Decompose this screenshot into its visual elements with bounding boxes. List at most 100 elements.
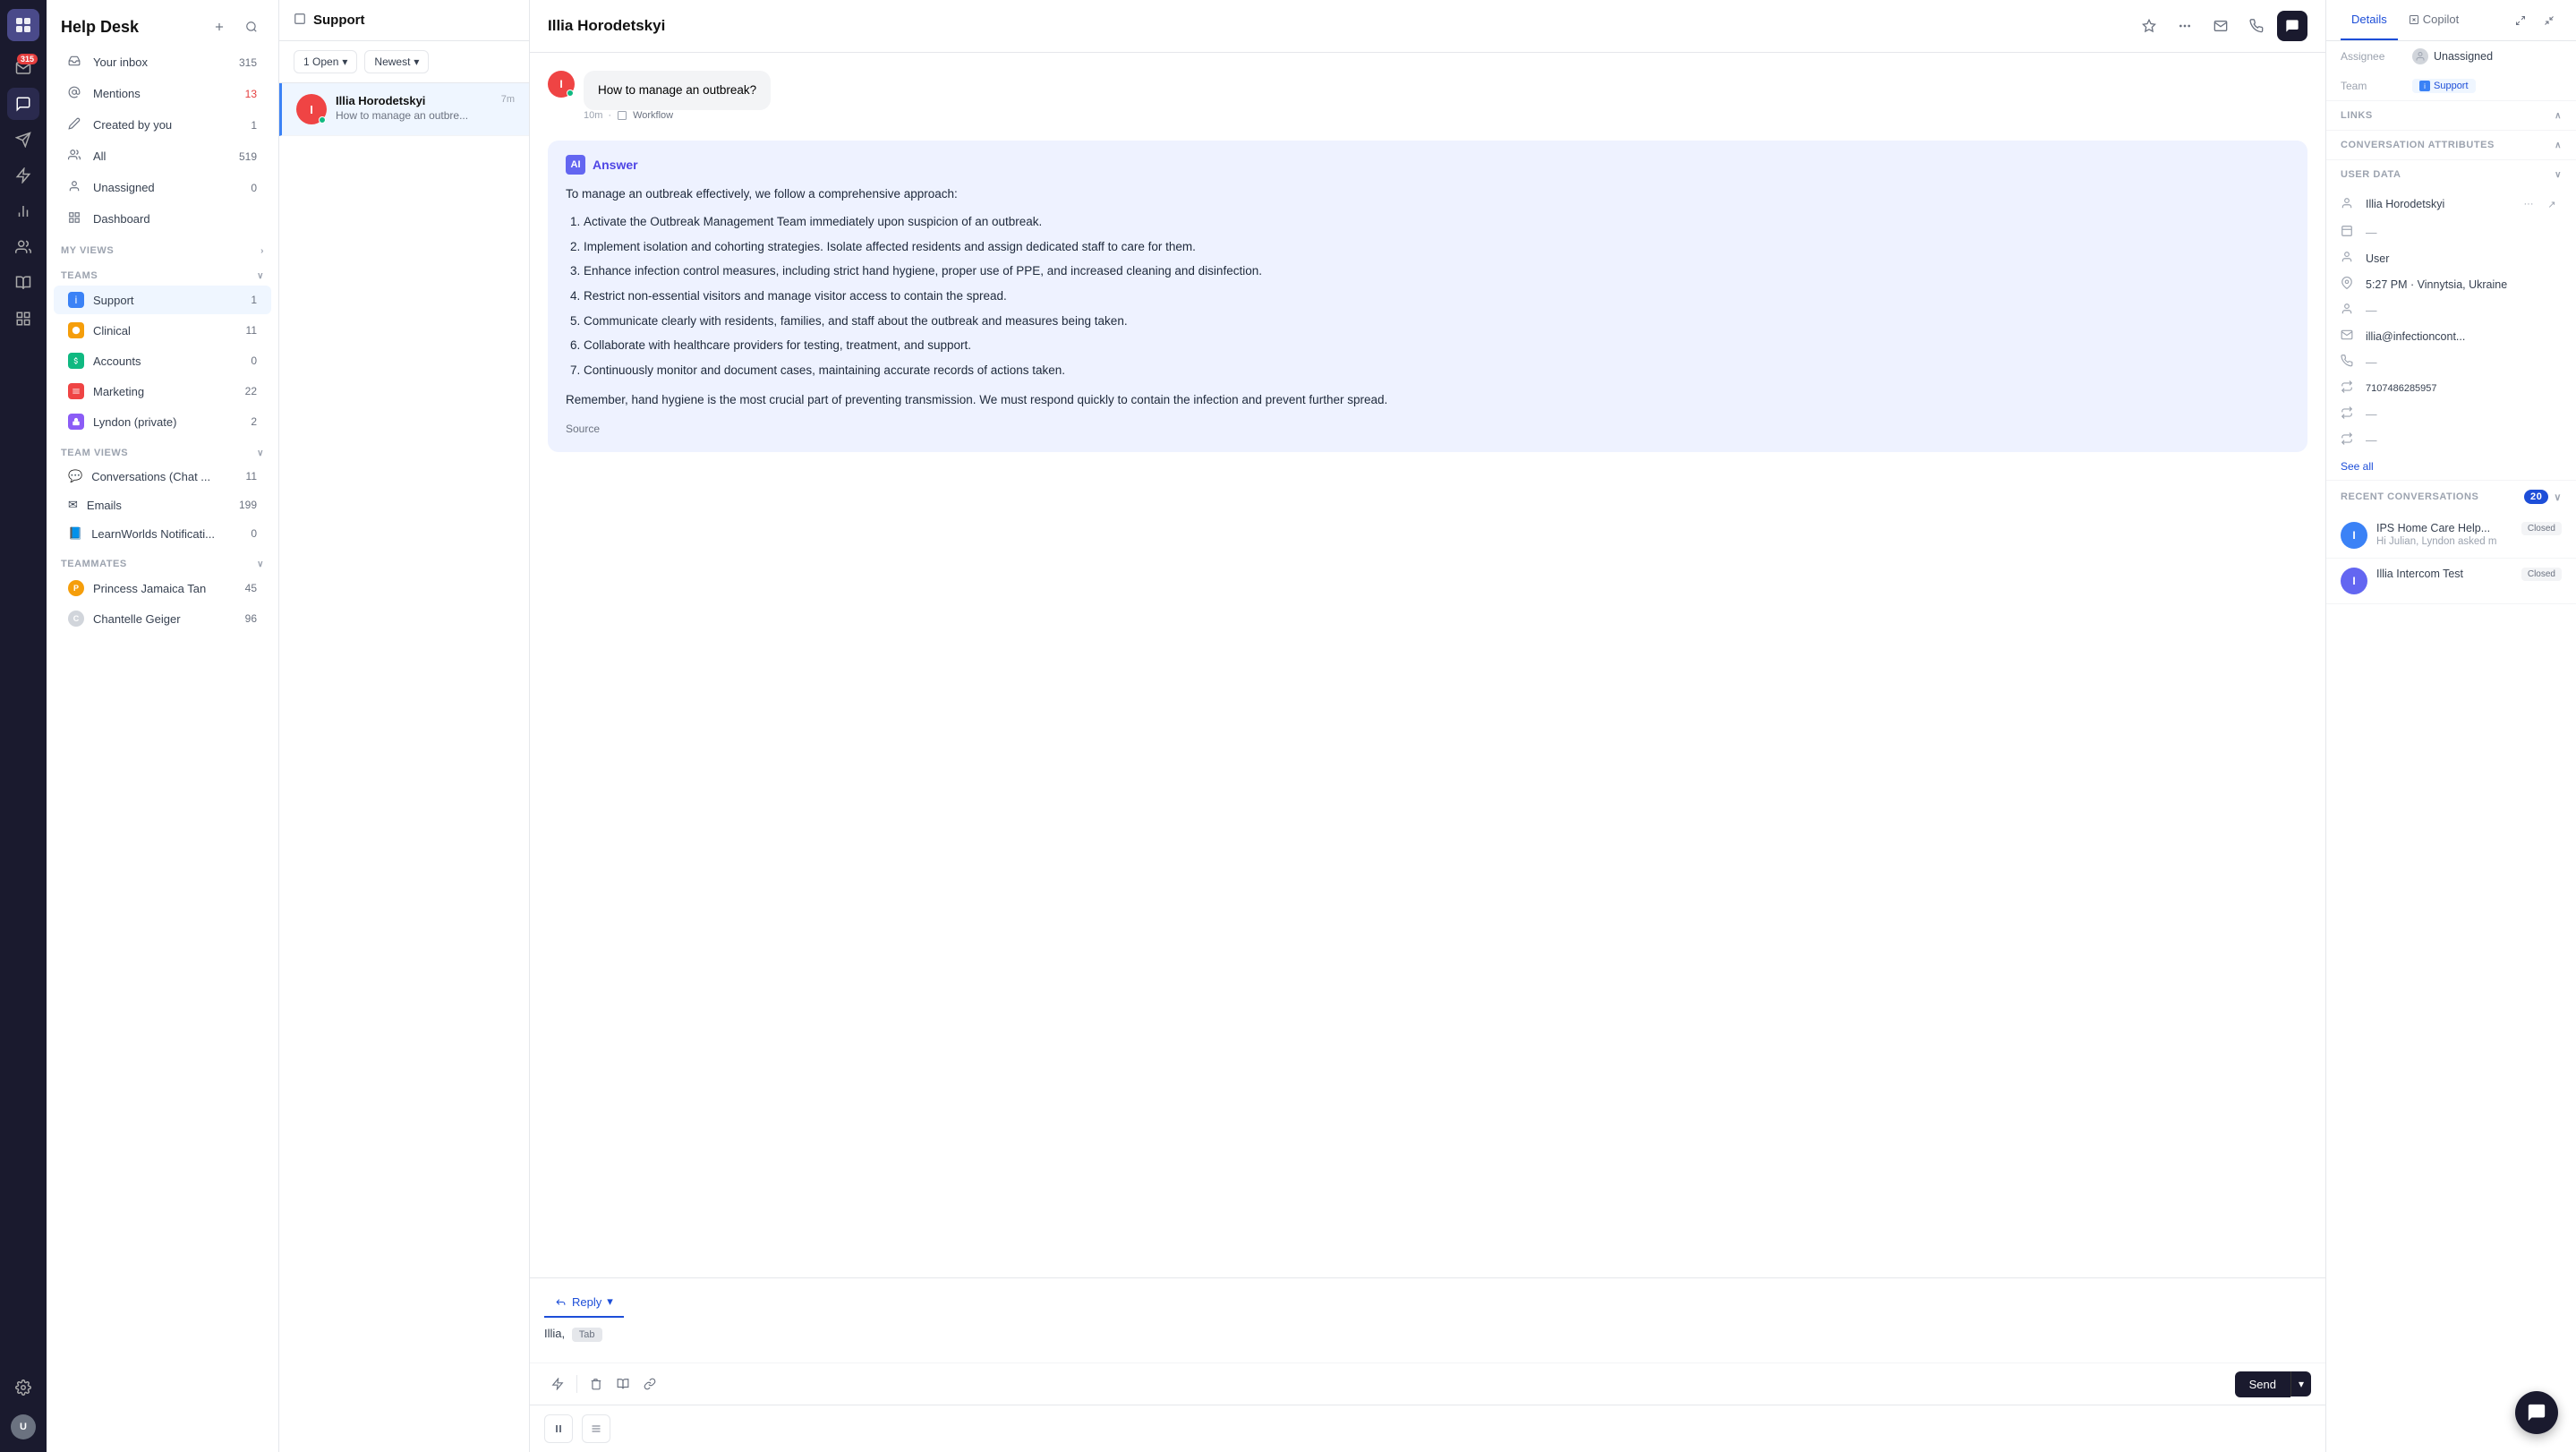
- app-logo[interactable]: [7, 9, 39, 41]
- compose-icon[interactable]: [207, 14, 232, 39]
- teammates-chevron[interactable]: ∨: [257, 559, 264, 569]
- user-email-row: illia@infectioncont...: [2326, 323, 2576, 349]
- my-views-chevron[interactable]: ›: [260, 246, 264, 256]
- mentions-nav-icon: [68, 86, 84, 101]
- article-tool-btn[interactable]: [610, 1371, 636, 1397]
- expand-icon[interactable]: [2508, 8, 2533, 33]
- user-teammate: —: [2366, 408, 2562, 421]
- nav-chat-icon[interactable]: [7, 88, 39, 120]
- nav-apps-icon[interactable]: [7, 303, 39, 335]
- sidebar-item-created[interactable]: Created by you 1: [54, 110, 271, 140]
- active-channel-button[interactable]: [2277, 11, 2307, 41]
- team-item-accounts[interactable]: Accounts 0: [54, 346, 271, 375]
- team-count-lyndon: 2: [251, 415, 257, 428]
- teammate-chantelle-count: 96: [245, 612, 257, 625]
- reply-input-area[interactable]: Illia, Tab: [530, 1318, 2325, 1362]
- reply-tab[interactable]: Reply ▾: [544, 1287, 624, 1318]
- team-item-support[interactable]: i Support 1: [54, 286, 271, 314]
- recent-conv-chevron[interactable]: ∨: [2554, 491, 2562, 503]
- team-views-chevron[interactable]: ∨: [257, 448, 264, 458]
- team-item-clinical[interactable]: Clinical 11: [54, 316, 271, 345]
- more-options-button[interactable]: [2170, 11, 2200, 41]
- nav-bolt-icon[interactable]: [7, 159, 39, 192]
- tab-copilot[interactable]: Copilot: [2398, 0, 2469, 40]
- team-view-conversations[interactable]: 💬 Conversations (Chat ... 11: [54, 463, 271, 490]
- user-avatar-icon[interactable]: U: [7, 1411, 39, 1443]
- ai-step-5: Communicate clearly with residents, fami…: [584, 312, 2290, 331]
- star-button[interactable]: [2134, 11, 2164, 41]
- conv-item-illia[interactable]: I Illia Horodetskyi How to manage an out…: [279, 83, 529, 136]
- phone-button[interactable]: [2241, 11, 2272, 41]
- filter-open-btn[interactable]: 1 Open ▾: [294, 50, 357, 73]
- all-label: All: [93, 149, 106, 163]
- nav-people-icon[interactable]: [7, 231, 39, 263]
- team-item-lyndon[interactable]: Lyndon (private) 2: [54, 407, 271, 436]
- assignee-value: Unassigned: [2412, 48, 2493, 64]
- team-view-conv-count: 11: [246, 470, 257, 483]
- collapse-icon[interactable]: [2537, 8, 2562, 33]
- support-source-icon: [294, 13, 306, 28]
- sidebar-item-unassigned[interactable]: Unassigned 0: [54, 173, 271, 202]
- teammate-princess-count: 45: [245, 582, 257, 594]
- conv-list-filters: 1 Open ▾ Newest ▾: [279, 41, 529, 83]
- user-phone-row: —: [2326, 349, 2576, 375]
- filter-newest-label: Newest: [374, 56, 410, 68]
- trash-tool-btn[interactable]: [583, 1371, 610, 1397]
- user-more-btn[interactable]: ···: [2519, 194, 2538, 214]
- nav-chart-icon[interactable]: [7, 195, 39, 227]
- sidebar-item-dashboard[interactable]: Dashboard: [54, 204, 271, 234]
- user-id: 7107486285957: [2366, 383, 2562, 394]
- team-count-marketing: 22: [245, 385, 257, 397]
- filter-newest-btn[interactable]: Newest ▾: [364, 50, 429, 73]
- ai-conclusion: Remember, hand hygiene is the most cruci…: [566, 390, 2290, 410]
- inbox-count: 315: [239, 56, 257, 69]
- user-link-btn[interactable]: ↗: [2542, 194, 2562, 214]
- chat-messages: I How to manage an outbreak? 10m · Workf…: [530, 53, 2325, 1277]
- recent-preview-ips: Hi Julian, Lyndon asked m: [2376, 536, 2512, 547]
- team-label-marketing: Marketing: [93, 385, 144, 398]
- assignee-avatar: [2412, 48, 2428, 64]
- bolt-tool-btn[interactable]: [544, 1371, 571, 1397]
- user-owner-row: —: [2326, 297, 2576, 323]
- send-main-button[interactable]: Send: [2235, 1371, 2290, 1397]
- teammate-chantelle[interactable]: C Chantelle Geiger 96: [54, 604, 271, 633]
- chat-widget-button[interactable]: [2515, 1391, 2558, 1434]
- sidebar-item-mentions[interactable]: Mentions 13: [54, 79, 271, 108]
- link-tool-btn[interactable]: [636, 1371, 663, 1397]
- user-data-chevron[interactable]: ∨: [2555, 170, 2562, 180]
- recent-conv-intercom[interactable]: I Illia Intercom Test Closed: [2326, 559, 2576, 604]
- nav-send-icon[interactable]: [7, 124, 39, 156]
- team-tag: i Support: [2412, 79, 2476, 93]
- recent-title-ips: IPS Home Care Help...: [2376, 522, 2512, 534]
- team-icon-accounts: [68, 353, 84, 369]
- nav-book-icon[interactable]: [7, 267, 39, 299]
- mentions-label: Mentions: [93, 87, 141, 100]
- pause-button[interactable]: [544, 1414, 573, 1443]
- conversation-list-panel: Support 1 Open ▾ Newest ▾ I Illia Horode…: [279, 0, 530, 1452]
- recent-title-intercom: Illia Intercom Test: [2376, 568, 2512, 580]
- conv-attrs-chevron[interactable]: ∧: [2555, 141, 2562, 150]
- nav-inbox-icon[interactable]: 315: [7, 52, 39, 84]
- send-dropdown-button[interactable]: ▾: [2290, 1371, 2311, 1396]
- recent-conv-ips[interactable]: I IPS Home Care Help... Hi Julian, Lyndo…: [2326, 513, 2576, 559]
- search-icon[interactable]: [239, 14, 264, 39]
- teammates-label: TEAMMATES: [61, 559, 127, 569]
- menu-button[interactable]: [582, 1414, 610, 1443]
- sidebar-item-inbox[interactable]: Your inbox 315: [54, 47, 271, 77]
- email-channel-button[interactable]: [2205, 11, 2236, 41]
- team-count-clinical: 11: [246, 324, 257, 337]
- see-all-button[interactable]: See all: [2326, 453, 2576, 480]
- teammate-princess[interactable]: P Princess Jamaica Tan 45: [54, 574, 271, 602]
- team-item-marketing[interactable]: Marketing 22: [54, 377, 271, 406]
- nav-settings-icon[interactable]: [7, 1371, 39, 1404]
- user-full-name: Illia Horodetskyi: [2366, 198, 2510, 210]
- teams-chevron[interactable]: ∨: [257, 271, 264, 281]
- recent-conv-meta: 20 ∨: [2524, 490, 2562, 504]
- teams-section: TEAMS ∨: [47, 260, 278, 285]
- tab-details[interactable]: Details: [2341, 0, 2398, 40]
- team-view-learnworlds[interactable]: 📘 LearnWorlds Notificati... 0: [54, 520, 271, 547]
- links-chevron[interactable]: ∧: [2555, 111, 2562, 121]
- inbox-label: Your inbox: [93, 56, 148, 69]
- sidebar-item-all[interactable]: All 519: [54, 141, 271, 171]
- team-view-emails[interactable]: ✉ Emails 199: [54, 491, 271, 518]
